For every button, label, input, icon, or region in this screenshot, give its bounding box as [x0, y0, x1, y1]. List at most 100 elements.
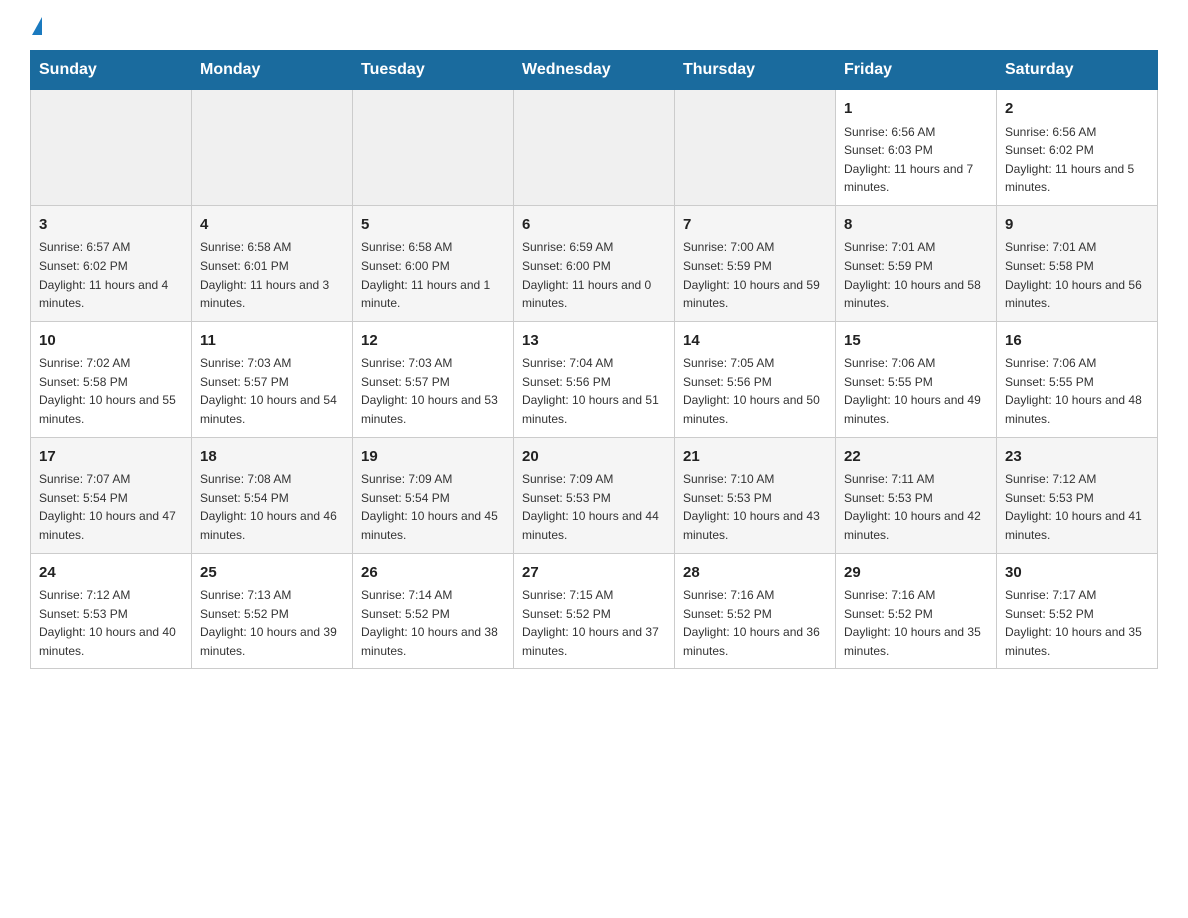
- day-number: 10: [39, 330, 183, 353]
- day-number: 16: [1005, 330, 1149, 353]
- calendar-header-row: SundayMondayTuesdayWednesdayThursdayFrid…: [31, 51, 1158, 90]
- header-friday: Friday: [836, 51, 997, 90]
- day-number: 4: [200, 214, 344, 237]
- calendar-cell: 9Sunrise: 7:01 AM Sunset: 5:58 PM Daylig…: [997, 205, 1158, 321]
- calendar-cell: 29Sunrise: 7:16 AM Sunset: 5:52 PM Dayli…: [836, 553, 997, 669]
- calendar-cell: [514, 90, 675, 206]
- day-number: 3: [39, 214, 183, 237]
- day-info: Sunrise: 7:03 AM Sunset: 5:57 PM Dayligh…: [361, 354, 505, 428]
- calendar-week-row: 10Sunrise: 7:02 AM Sunset: 5:58 PM Dayli…: [31, 321, 1158, 437]
- calendar-cell: 6Sunrise: 6:59 AM Sunset: 6:00 PM Daylig…: [514, 205, 675, 321]
- calendar-cell: 22Sunrise: 7:11 AM Sunset: 5:53 PM Dayli…: [836, 437, 997, 553]
- calendar-cell: [353, 90, 514, 206]
- day-info: Sunrise: 7:13 AM Sunset: 5:52 PM Dayligh…: [200, 586, 344, 660]
- calendar-cell: 17Sunrise: 7:07 AM Sunset: 5:54 PM Dayli…: [31, 437, 192, 553]
- day-info: Sunrise: 7:02 AM Sunset: 5:58 PM Dayligh…: [39, 354, 183, 428]
- day-number: 11: [200, 330, 344, 353]
- day-info: Sunrise: 6:58 AM Sunset: 6:00 PM Dayligh…: [361, 238, 505, 312]
- header-thursday: Thursday: [675, 51, 836, 90]
- day-number: 2: [1005, 98, 1149, 121]
- calendar-table: SundayMondayTuesdayWednesdayThursdayFrid…: [30, 50, 1158, 669]
- day-info: Sunrise: 7:04 AM Sunset: 5:56 PM Dayligh…: [522, 354, 666, 428]
- calendar-cell: [192, 90, 353, 206]
- day-info: Sunrise: 7:07 AM Sunset: 5:54 PM Dayligh…: [39, 470, 183, 544]
- day-info: Sunrise: 7:11 AM Sunset: 5:53 PM Dayligh…: [844, 470, 988, 544]
- logo-triangle-icon: [32, 17, 42, 35]
- day-number: 30: [1005, 562, 1149, 585]
- day-number: 18: [200, 446, 344, 469]
- header-sunday: Sunday: [31, 51, 192, 90]
- day-number: 8: [844, 214, 988, 237]
- day-number: 7: [683, 214, 827, 237]
- day-number: 29: [844, 562, 988, 585]
- day-info: Sunrise: 6:59 AM Sunset: 6:00 PM Dayligh…: [522, 238, 666, 312]
- day-number: 1: [844, 98, 988, 121]
- day-number: 28: [683, 562, 827, 585]
- calendar-cell: 19Sunrise: 7:09 AM Sunset: 5:54 PM Dayli…: [353, 437, 514, 553]
- header-wednesday: Wednesday: [514, 51, 675, 90]
- calendar-cell: 15Sunrise: 7:06 AM Sunset: 5:55 PM Dayli…: [836, 321, 997, 437]
- calendar-week-row: 3Sunrise: 6:57 AM Sunset: 6:02 PM Daylig…: [31, 205, 1158, 321]
- day-number: 17: [39, 446, 183, 469]
- day-number: 26: [361, 562, 505, 585]
- calendar-cell: 7Sunrise: 7:00 AM Sunset: 5:59 PM Daylig…: [675, 205, 836, 321]
- calendar-cell: 18Sunrise: 7:08 AM Sunset: 5:54 PM Dayli…: [192, 437, 353, 553]
- calendar-cell: [31, 90, 192, 206]
- calendar-cell: 26Sunrise: 7:14 AM Sunset: 5:52 PM Dayli…: [353, 553, 514, 669]
- day-info: Sunrise: 7:06 AM Sunset: 5:55 PM Dayligh…: [844, 354, 988, 428]
- day-info: Sunrise: 7:05 AM Sunset: 5:56 PM Dayligh…: [683, 354, 827, 428]
- calendar-cell: 12Sunrise: 7:03 AM Sunset: 5:57 PM Dayli…: [353, 321, 514, 437]
- day-info: Sunrise: 6:58 AM Sunset: 6:01 PM Dayligh…: [200, 238, 344, 312]
- calendar-cell: 25Sunrise: 7:13 AM Sunset: 5:52 PM Dayli…: [192, 553, 353, 669]
- day-info: Sunrise: 7:12 AM Sunset: 5:53 PM Dayligh…: [39, 586, 183, 660]
- calendar-cell: 13Sunrise: 7:04 AM Sunset: 5:56 PM Dayli…: [514, 321, 675, 437]
- day-number: 9: [1005, 214, 1149, 237]
- day-info: Sunrise: 7:14 AM Sunset: 5:52 PM Dayligh…: [361, 586, 505, 660]
- day-info: Sunrise: 7:09 AM Sunset: 5:53 PM Dayligh…: [522, 470, 666, 544]
- calendar-cell: 4Sunrise: 6:58 AM Sunset: 6:01 PM Daylig…: [192, 205, 353, 321]
- calendar-cell: 2Sunrise: 6:56 AM Sunset: 6:02 PM Daylig…: [997, 90, 1158, 206]
- day-info: Sunrise: 7:08 AM Sunset: 5:54 PM Dayligh…: [200, 470, 344, 544]
- calendar-cell: 16Sunrise: 7:06 AM Sunset: 5:55 PM Dayli…: [997, 321, 1158, 437]
- day-info: Sunrise: 7:01 AM Sunset: 5:58 PM Dayligh…: [1005, 238, 1149, 312]
- calendar-cell: 8Sunrise: 7:01 AM Sunset: 5:59 PM Daylig…: [836, 205, 997, 321]
- header-saturday: Saturday: [997, 51, 1158, 90]
- day-info: Sunrise: 6:57 AM Sunset: 6:02 PM Dayligh…: [39, 238, 183, 312]
- day-number: 25: [200, 562, 344, 585]
- calendar-cell: 30Sunrise: 7:17 AM Sunset: 5:52 PM Dayli…: [997, 553, 1158, 669]
- day-number: 15: [844, 330, 988, 353]
- day-info: Sunrise: 7:00 AM Sunset: 5:59 PM Dayligh…: [683, 238, 827, 312]
- day-number: 14: [683, 330, 827, 353]
- day-info: Sunrise: 7:15 AM Sunset: 5:52 PM Dayligh…: [522, 586, 666, 660]
- day-number: 21: [683, 446, 827, 469]
- day-info: Sunrise: 7:16 AM Sunset: 5:52 PM Dayligh…: [844, 586, 988, 660]
- calendar-cell: 10Sunrise: 7:02 AM Sunset: 5:58 PM Dayli…: [31, 321, 192, 437]
- day-info: Sunrise: 7:10 AM Sunset: 5:53 PM Dayligh…: [683, 470, 827, 544]
- calendar-week-row: 24Sunrise: 7:12 AM Sunset: 5:53 PM Dayli…: [31, 553, 1158, 669]
- header-tuesday: Tuesday: [353, 51, 514, 90]
- header: [30, 20, 1158, 30]
- calendar-cell: 14Sunrise: 7:05 AM Sunset: 5:56 PM Dayli…: [675, 321, 836, 437]
- header-monday: Monday: [192, 51, 353, 90]
- day-number: 24: [39, 562, 183, 585]
- day-number: 20: [522, 446, 666, 469]
- day-number: 13: [522, 330, 666, 353]
- day-number: 27: [522, 562, 666, 585]
- calendar-cell: 27Sunrise: 7:15 AM Sunset: 5:52 PM Dayli…: [514, 553, 675, 669]
- calendar-cell: 23Sunrise: 7:12 AM Sunset: 5:53 PM Dayli…: [997, 437, 1158, 553]
- day-number: 23: [1005, 446, 1149, 469]
- day-info: Sunrise: 7:03 AM Sunset: 5:57 PM Dayligh…: [200, 354, 344, 428]
- calendar-cell: 3Sunrise: 6:57 AM Sunset: 6:02 PM Daylig…: [31, 205, 192, 321]
- calendar-week-row: 1Sunrise: 6:56 AM Sunset: 6:03 PM Daylig…: [31, 90, 1158, 206]
- calendar-cell: 1Sunrise: 6:56 AM Sunset: 6:03 PM Daylig…: [836, 90, 997, 206]
- calendar-cell: 11Sunrise: 7:03 AM Sunset: 5:57 PM Dayli…: [192, 321, 353, 437]
- day-info: Sunrise: 6:56 AM Sunset: 6:02 PM Dayligh…: [1005, 123, 1149, 197]
- calendar-cell: [675, 90, 836, 206]
- calendar-week-row: 17Sunrise: 7:07 AM Sunset: 5:54 PM Dayli…: [31, 437, 1158, 553]
- calendar-cell: 20Sunrise: 7:09 AM Sunset: 5:53 PM Dayli…: [514, 437, 675, 553]
- day-info: Sunrise: 7:06 AM Sunset: 5:55 PM Dayligh…: [1005, 354, 1149, 428]
- day-info: Sunrise: 6:56 AM Sunset: 6:03 PM Dayligh…: [844, 123, 988, 197]
- day-info: Sunrise: 7:17 AM Sunset: 5:52 PM Dayligh…: [1005, 586, 1149, 660]
- day-info: Sunrise: 7:12 AM Sunset: 5:53 PM Dayligh…: [1005, 470, 1149, 544]
- calendar-cell: 24Sunrise: 7:12 AM Sunset: 5:53 PM Dayli…: [31, 553, 192, 669]
